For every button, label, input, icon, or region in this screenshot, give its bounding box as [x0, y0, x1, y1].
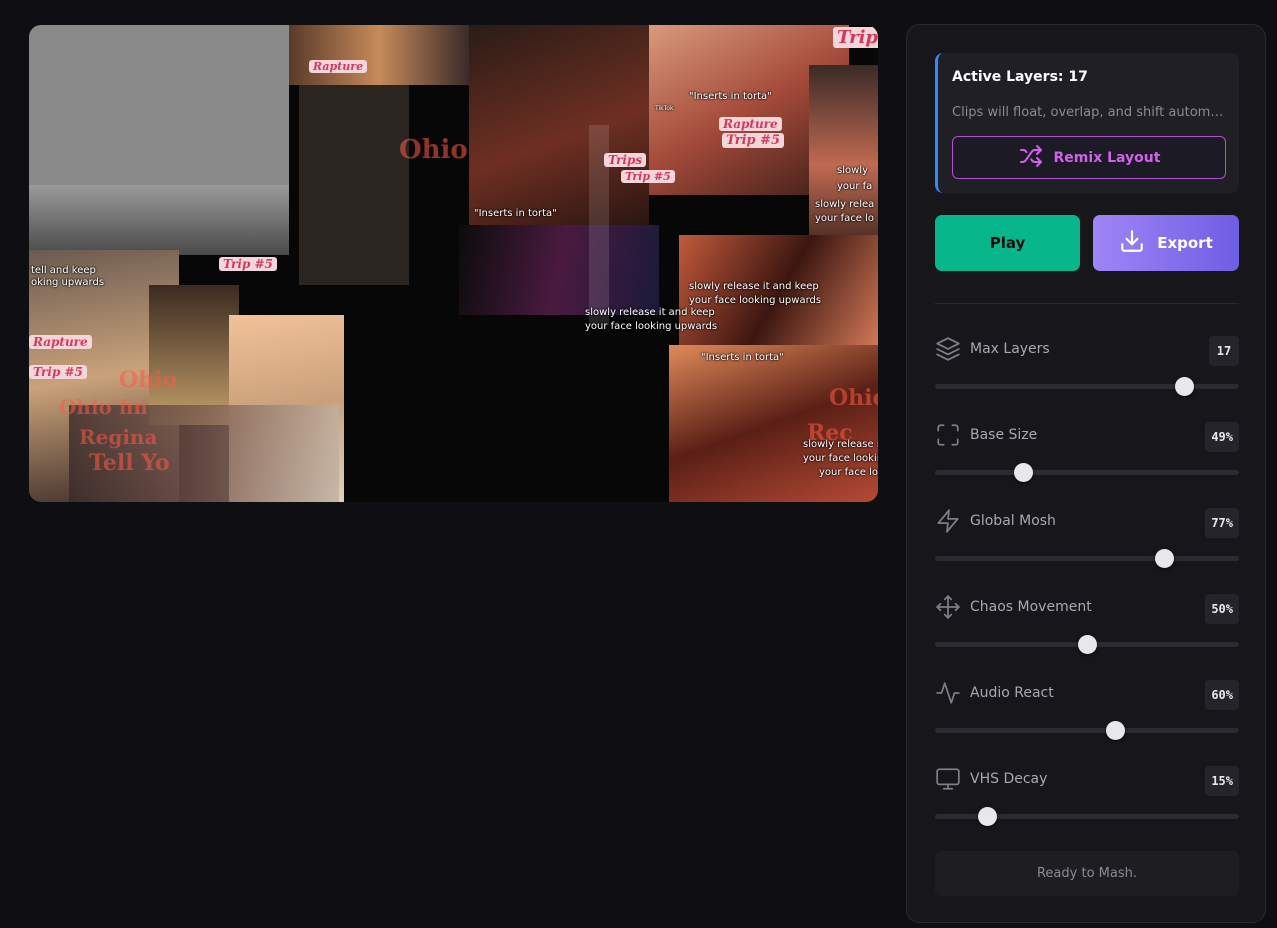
- control-value: 77%: [1205, 508, 1239, 538]
- overlay-caption: slowly release it and keep: [689, 281, 819, 292]
- slider-thumb[interactable]: [977, 807, 997, 826]
- base-size-slider[interactable]: [935, 463, 1239, 482]
- control-panel: Active Layers: 17 Clips will float, over…: [906, 24, 1266, 923]
- overlay-caption: slowly: [837, 165, 868, 176]
- play-button[interactable]: Play: [935, 215, 1080, 271]
- remix-label: Remix Layout: [1053, 149, 1161, 166]
- overlay-tag: Rapture: [719, 117, 782, 131]
- info-description: Clips will float, overlap, and shift aut…: [952, 105, 1228, 120]
- control-label: Base Size: [970, 427, 1038, 443]
- overlay-caption: your face looking upwards: [689, 295, 822, 306]
- slider-thumb[interactable]: [1154, 549, 1174, 568]
- overlay-caption: slowly release it: [803, 439, 878, 450]
- download-icon: [1119, 228, 1145, 258]
- slider-thumb[interactable]: [1175, 377, 1195, 396]
- overlay-glow: Ohio: [829, 385, 878, 411]
- overlay-tag: Rapture: [309, 60, 368, 73]
- control-value: 15%: [1205, 766, 1239, 796]
- overlay-tag: Trip: [833, 27, 878, 48]
- remix-layout-button[interactable]: Remix Layout: [952, 136, 1226, 179]
- clip-warm: [289, 25, 469, 85]
- overlay-caption: oking upwards: [31, 277, 105, 288]
- control-label: Chaos Movement: [970, 599, 1092, 615]
- control-value: 49%: [1205, 422, 1239, 452]
- overlay-caption: your face looking: [803, 453, 878, 464]
- layers-info-card: Active Layers: 17 Clips will float, over…: [935, 53, 1239, 193]
- export-button[interactable]: Export: [1093, 215, 1239, 271]
- active-layers-title: Active Layers: 17: [952, 69, 1088, 85]
- clip-gray: [29, 25, 289, 195]
- overlay-caption: "Inserts in torta": [689, 91, 772, 102]
- control-value: 17: [1209, 336, 1239, 366]
- overlay-caption: "Inserts in torta": [701, 352, 784, 363]
- overlay-tag: Trip #5: [621, 170, 675, 183]
- layers-icon: [935, 336, 961, 362]
- control-chaos-movement: Chaos Movement 50%: [935, 594, 1239, 664]
- control-value: 60%: [1205, 680, 1239, 710]
- slider-thumb[interactable]: [1078, 635, 1097, 654]
- clip-dark: [299, 85, 409, 285]
- overlay-tag: Trip #5: [219, 257, 277, 271]
- shuffle-icon: [1018, 144, 1044, 172]
- control-vhs-decay: VHS Decay 15%: [935, 766, 1239, 836]
- overlay-caption: your face lo: [815, 213, 875, 224]
- overlay-caption: your face loo: [819, 467, 878, 478]
- video-preview[interactable]: Trip Trip #5 Rapture Trip #5 Trips Raptu…: [29, 25, 878, 502]
- chaos-movement-slider[interactable]: [935, 635, 1239, 654]
- clip-hair: [149, 285, 239, 425]
- max-layers-slider[interactable]: [935, 377, 1239, 396]
- frame-icon: [935, 422, 961, 448]
- overlay-caption: slowly relea: [815, 199, 875, 210]
- export-label: Export: [1157, 234, 1213, 252]
- monitor-icon: [935, 766, 961, 792]
- control-max-layers: Max Layers 17: [935, 336, 1239, 406]
- overlay-caption: TikTok: [655, 105, 674, 112]
- overlay-caption: slowly release it and keep: [585, 307, 715, 318]
- overlay-tag: Trip #5: [29, 365, 87, 379]
- overlay-caption: your fa: [837, 181, 873, 192]
- control-label: Audio React: [970, 685, 1054, 701]
- activity-icon: [935, 680, 961, 706]
- global-mosh-slider[interactable]: [935, 549, 1239, 568]
- control-audio-react: Audio React 60%: [935, 680, 1239, 750]
- move-icon: [935, 594, 961, 620]
- clip-face: [469, 25, 649, 255]
- overlay-glow: Regina: [79, 425, 158, 449]
- overlay-glow: Ohio: [119, 367, 178, 393]
- audio-react-slider[interactable]: [935, 721, 1239, 740]
- play-label: Play: [989, 234, 1026, 252]
- lightning-icon: [935, 508, 961, 534]
- overlay-glow: Tell Yo: [89, 450, 170, 476]
- overlay-tag: Rapture: [29, 335, 92, 349]
- overlay-tag: Trips: [604, 153, 647, 167]
- overlay-caption: "Inserts in torta": [474, 208, 557, 219]
- control-label: Global Mosh: [970, 513, 1056, 529]
- overlay-tag: Trip #5: [722, 133, 785, 148]
- clip-gray-fade: [29, 185, 289, 255]
- control-value: 50%: [1205, 594, 1239, 624]
- clip-mosh: [459, 225, 659, 315]
- overlay-glow: Ohio: [399, 135, 468, 165]
- overlay-glow: Ohio fin: [59, 395, 148, 419]
- overlay-caption: your face looking upwards: [585, 321, 718, 332]
- control-base-size: Base Size 49%: [935, 422, 1239, 492]
- status-bar: Ready to Mash.: [935, 851, 1239, 896]
- slider-thumb[interactable]: [1014, 463, 1034, 482]
- vhs-decay-slider[interactable]: [935, 807, 1239, 826]
- slider-thumb[interactable]: [1105, 721, 1125, 740]
- status-text: Ready to Mash.: [1036, 866, 1137, 881]
- divider: [935, 303, 1239, 304]
- overlay-caption: tell and keep: [31, 265, 96, 276]
- control-label: Max Layers: [970, 341, 1050, 357]
- control-global-mosh: Global Mosh 77%: [935, 508, 1239, 578]
- control-label: VHS Decay: [970, 771, 1048, 787]
